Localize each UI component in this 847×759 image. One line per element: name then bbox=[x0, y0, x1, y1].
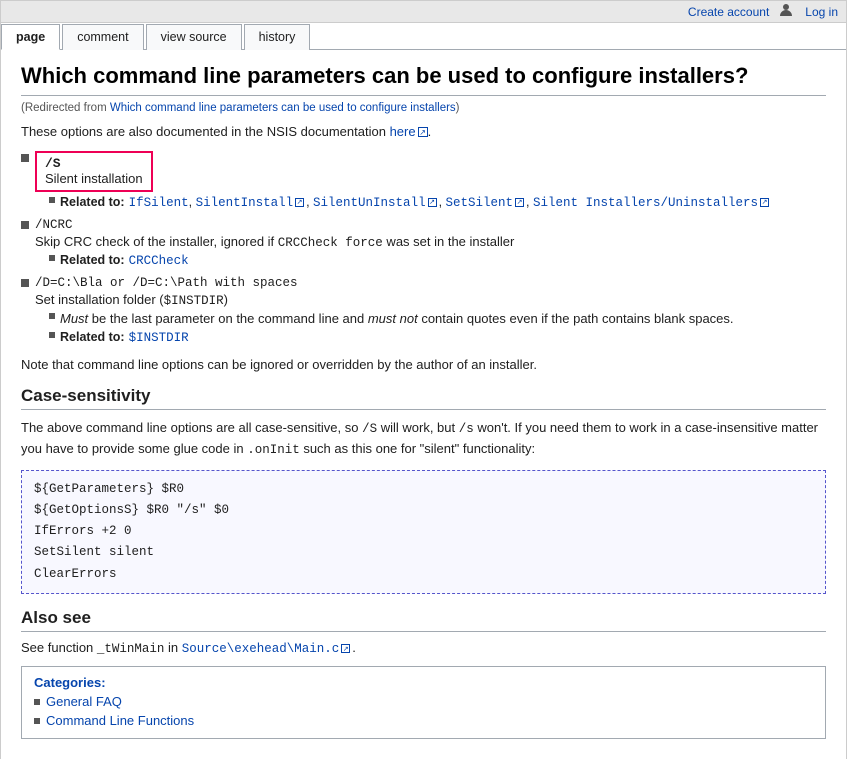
crccheck-force-code: CRCCheck force bbox=[278, 236, 383, 250]
param-item-d: /D=C:\Bla or /D=C:\Path with spaces Set … bbox=[21, 276, 826, 345]
main-content: Which command line parameters can be use… bbox=[1, 50, 846, 759]
instdir-code: $INSTDIR bbox=[164, 294, 224, 308]
tab-comment[interactable]: comment bbox=[62, 24, 143, 50]
param-ncrc-desc: Skip CRC check of the installer, ignored… bbox=[35, 234, 826, 250]
sub-note-text-d: Must be the last parameter on the comman… bbox=[60, 311, 734, 326]
sub-note-d: Must be the last parameter on the comman… bbox=[49, 311, 826, 326]
ext-s1: ↗ bbox=[295, 198, 304, 207]
user-icon bbox=[779, 3, 793, 20]
tab-history[interactable]: history bbox=[244, 24, 311, 50]
bullet-s bbox=[21, 154, 29, 162]
ext-s3: ↗ bbox=[515, 198, 524, 207]
param-item-s: /S Silent installation Related to: IfSil… bbox=[21, 151, 826, 210]
related-crccheck[interactable]: CRCCheck bbox=[129, 254, 189, 268]
twainmain-func: _tWinMain bbox=[97, 642, 165, 656]
redirect-link[interactable]: Which command line parameters can be use… bbox=[110, 102, 456, 114]
cat-item-cmd-line: Command Line Functions bbox=[34, 713, 813, 728]
slash-s-code: /S bbox=[362, 422, 377, 436]
source-path-code: Source\exehead\Main.c bbox=[182, 642, 340, 656]
param-list: /S Silent installation Related to: IfSil… bbox=[21, 151, 826, 345]
related-label-d: Related to: bbox=[60, 330, 125, 344]
related-silentinstall[interactable]: SilentInstall bbox=[196, 196, 294, 210]
cat-cmd-line-link[interactable]: Command Line Functions bbox=[46, 713, 194, 728]
related-setsilent[interactable]: SetSilent bbox=[446, 196, 514, 210]
tab-view-source[interactable]: view source bbox=[146, 24, 242, 50]
case-sensitivity-title: Case-sensitivity bbox=[21, 386, 826, 410]
slash-s-lower-code: /s bbox=[459, 422, 474, 436]
top-bar: Create account Log in bbox=[1, 1, 846, 23]
redirect-notice: (Redirected from Which command line para… bbox=[21, 102, 826, 114]
ext-s4: ↗ bbox=[760, 198, 769, 207]
also-see-title: Also see bbox=[21, 608, 826, 632]
bullet-related-ncrc bbox=[49, 255, 55, 261]
bullet-cat-1 bbox=[34, 699, 40, 705]
source-path-link[interactable]: Source\exehead\Main.c bbox=[182, 641, 340, 656]
related-row-ncrc: Related to: CRCCheck bbox=[49, 253, 826, 268]
code-line-5: ClearErrors bbox=[34, 564, 813, 585]
code-line-1: ${GetParameters} $R0 bbox=[34, 479, 813, 500]
ext-also: ↗ bbox=[341, 644, 350, 653]
code-line-4: SetSilent silent bbox=[34, 542, 813, 563]
page-wrapper: Create account Log in page comment view … bbox=[0, 0, 847, 759]
param-s-code: /S bbox=[45, 156, 61, 171]
case-sensitivity-para: The above command line options are all c… bbox=[21, 418, 826, 460]
param-header-d: /D=C:\Bla or /D=C:\Path with spaces bbox=[21, 276, 826, 290]
bullet-related-d bbox=[49, 332, 55, 338]
related-silent-installers[interactable]: Silent Installers/Uninstallers bbox=[533, 196, 758, 210]
categories-title: Categories: bbox=[34, 675, 813, 690]
tab-page[interactable]: page bbox=[1, 24, 60, 50]
param-s-box: /S Silent installation bbox=[35, 151, 153, 192]
related-row-d: Related to: $INSTDIR bbox=[49, 330, 826, 345]
log-in-link[interactable]: Log in bbox=[805, 5, 838, 19]
ext-s2: ↗ bbox=[428, 198, 437, 207]
related-label-s: Related to: bbox=[60, 195, 125, 209]
note-text: Note that command line options can be ig… bbox=[21, 357, 826, 372]
nsis-doc-link[interactable]: here bbox=[390, 124, 416, 139]
param-d-code: /D=C:\Bla or /D=C:\Path with spaces bbox=[35, 276, 298, 290]
param-d-desc: Set installation folder ($INSTDIR) bbox=[35, 292, 826, 308]
related-links-d: $INSTDIR bbox=[129, 330, 189, 345]
bullet-cat-2 bbox=[34, 718, 40, 724]
related-links-ncrc: CRCCheck bbox=[129, 253, 189, 268]
create-account-link[interactable]: Create account bbox=[688, 5, 769, 19]
bullet-ncrc bbox=[21, 221, 29, 229]
related-label-ncrc: Related to: bbox=[60, 253, 125, 267]
cat-item-general-faq: General FAQ bbox=[34, 694, 813, 709]
intro-text: These options are also documented in the… bbox=[21, 124, 826, 139]
param-item-ncrc: /NCRC Skip CRC check of the installer, i… bbox=[21, 218, 826, 268]
related-row-s: Related to: IfSilent, SilentInstall↗, Si… bbox=[49, 195, 826, 210]
param-ncrc-code: /NCRC bbox=[35, 218, 73, 232]
bullet-must bbox=[49, 313, 55, 319]
page-title: Which command line parameters can be use… bbox=[21, 62, 826, 96]
param-header-ncrc: /NCRC bbox=[21, 218, 826, 232]
param-header-s: /S Silent installation bbox=[21, 151, 826, 192]
code-line-2: ${GetOptionsS} $R0 "/s" $0 bbox=[34, 500, 813, 521]
code-block: ${GetParameters} $R0 ${GetOptionsS} $R0 … bbox=[21, 470, 826, 594]
bullet-d bbox=[21, 279, 29, 287]
cat-general-faq-link[interactable]: General FAQ bbox=[46, 694, 122, 709]
oninit-code: .onInit bbox=[247, 443, 300, 457]
ext-link-icon: ↗ bbox=[418, 127, 428, 137]
also-see-para: See function _tWinMain in Source\exehead… bbox=[21, 640, 826, 656]
code-line-3: IfErrors +2 0 bbox=[34, 521, 813, 542]
related-silentuninstall[interactable]: SilentUnInstall bbox=[313, 196, 426, 210]
related-instdir[interactable]: $INSTDIR bbox=[129, 331, 189, 345]
bullet-related-s bbox=[49, 197, 55, 203]
related-links-s: IfSilent, SilentInstall↗, SilentUnInstal… bbox=[129, 195, 771, 210]
categories-box: Categories: General FAQ Command Line Fun… bbox=[21, 666, 826, 739]
tabs-bar: page comment view source history bbox=[1, 23, 846, 50]
related-ifsilent[interactable]: IfSilent bbox=[129, 196, 189, 210]
param-s-desc: Silent installation bbox=[45, 171, 143, 186]
